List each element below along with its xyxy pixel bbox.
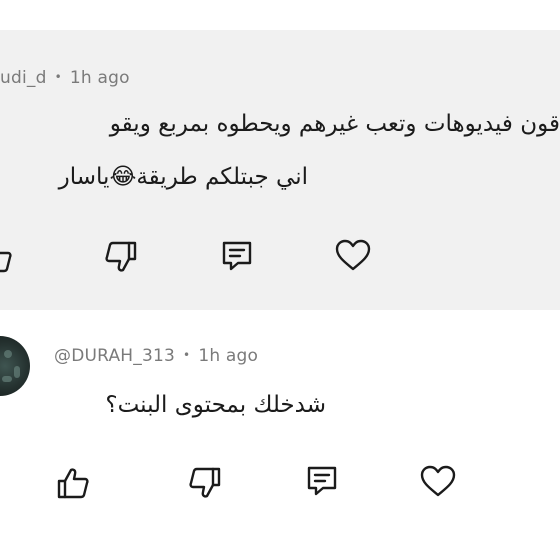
comment-1-username[interactable]: udi_d [0,68,47,88]
like-icon[interactable] [55,465,91,501]
comment-1-timestamp: 1h ago [69,68,130,88]
meta-separator: • [183,348,191,362]
comment-2-timestamp: 1h ago [198,346,259,366]
comment-1-text-line-2: اني جبتلكم طريقة😂ياسار [58,164,308,190]
comment-1-meta: udi_d • 1h ago [0,68,130,88]
heart-icon[interactable] [334,237,372,273]
comment-1-text-line-1: قون فيديوهات وتعب غيرهم ويحطوه بمربع ويق… [109,111,560,137]
reply-icon[interactable] [304,463,340,499]
meta-separator: • [54,70,62,84]
comment-2-text: شدخلك بمحتوى البنت؟ [105,392,326,418]
top-strip [0,0,560,30]
reply-icon[interactable] [219,238,255,274]
avatar[interactable] [0,336,30,396]
comment-2-meta: @DURAH_313 • 1h ago [54,346,258,366]
comment-2-username[interactable]: @DURAH_313 [54,346,175,366]
heart-icon[interactable] [419,463,457,499]
like-icon[interactable] [0,239,14,275]
dislike-icon[interactable] [103,239,139,275]
dislike-icon[interactable] [187,465,223,501]
